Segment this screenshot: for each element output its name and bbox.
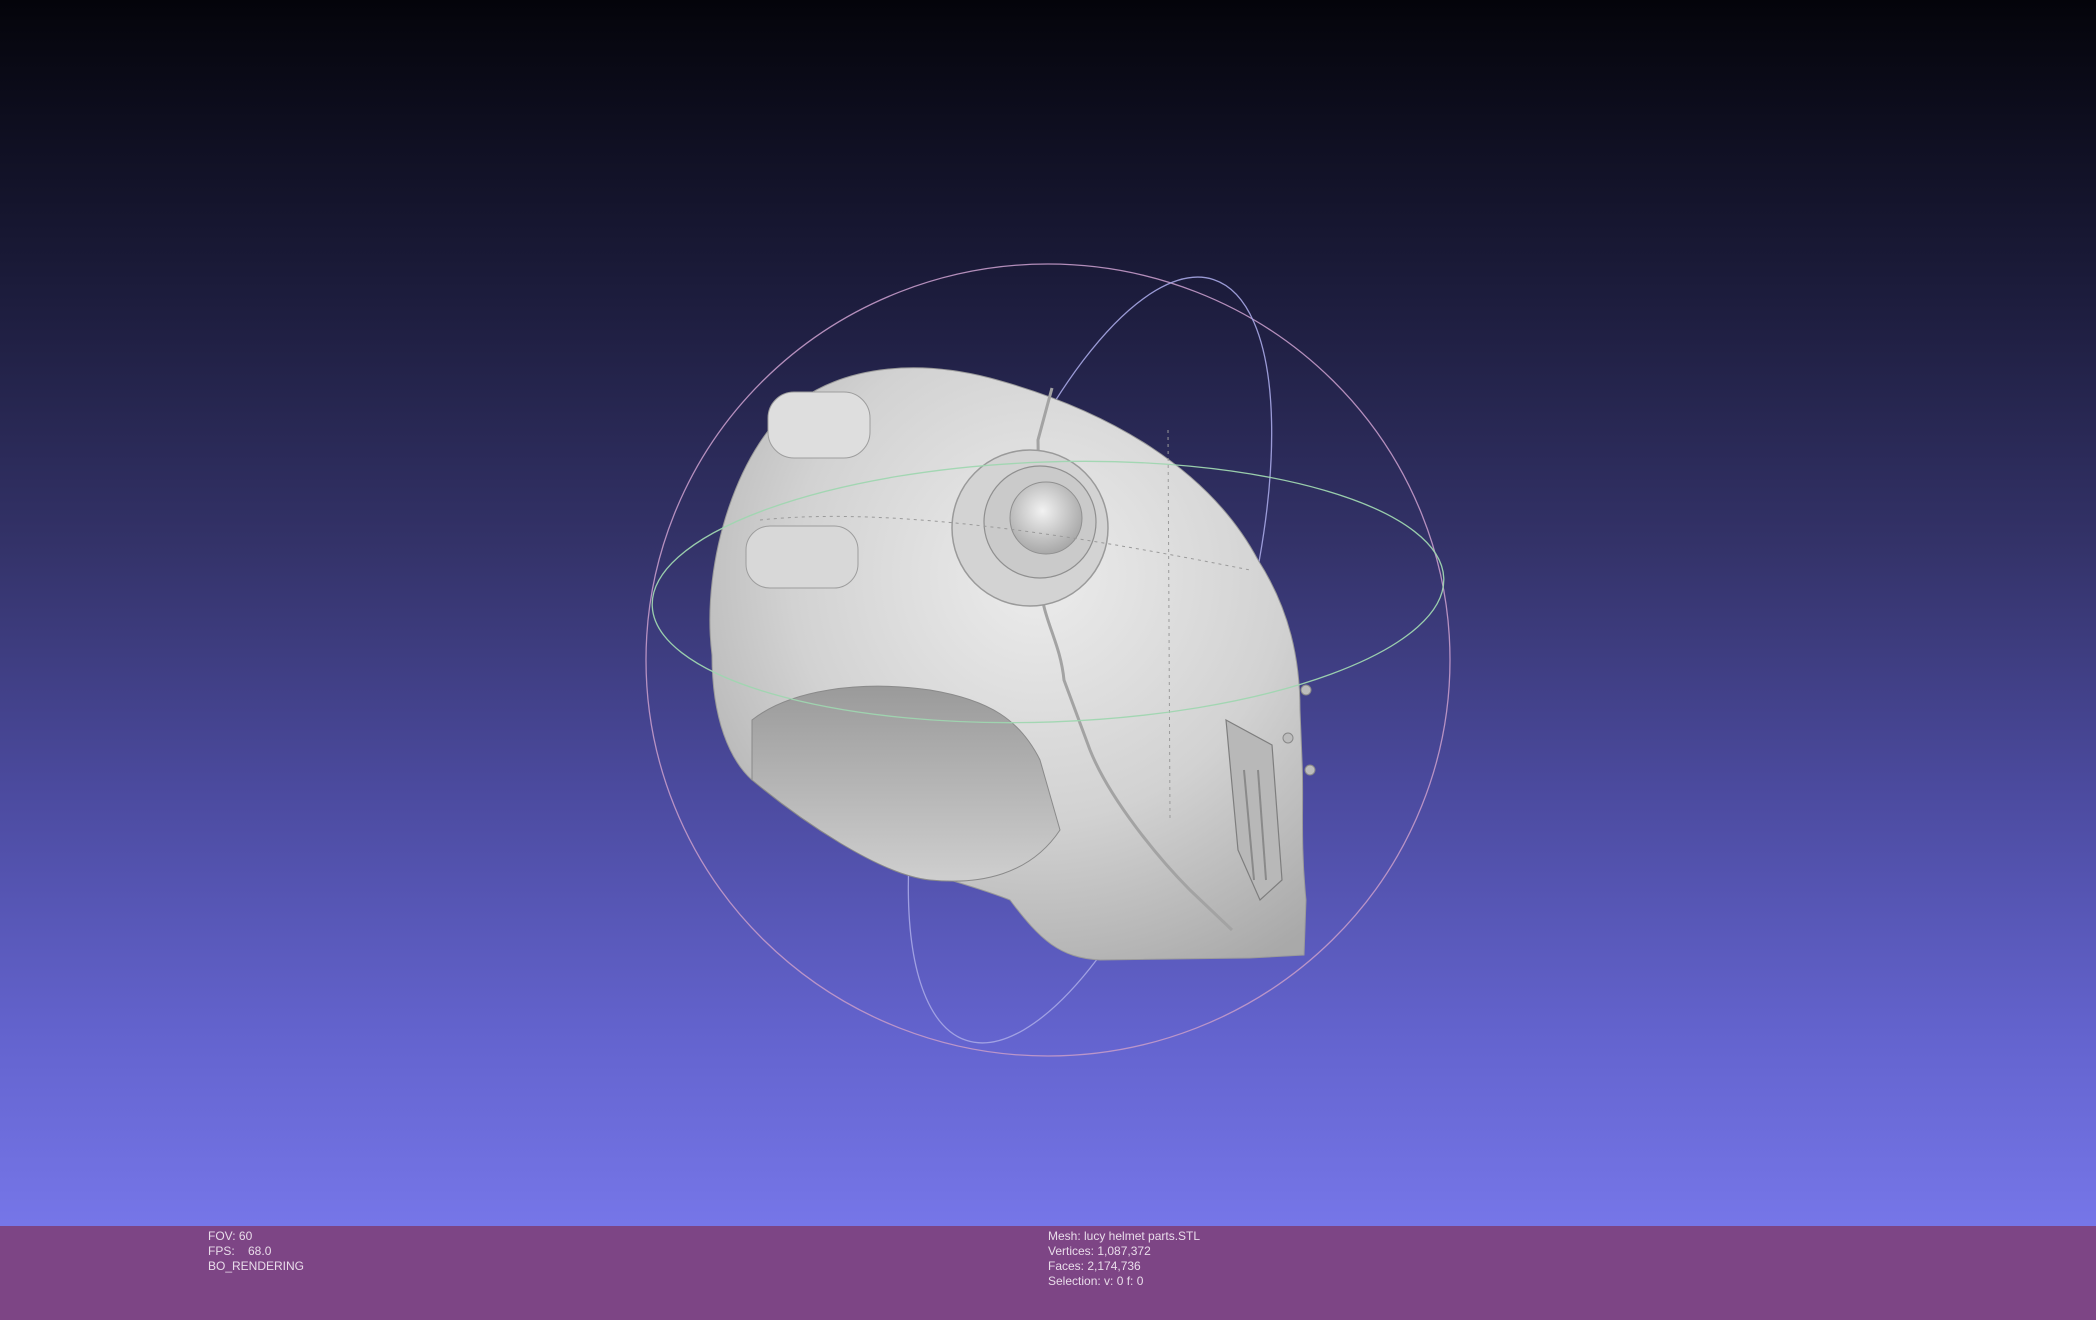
faces-label: Faces: 2,174,736 [1048, 1259, 1141, 1273]
selection-label: Selection: v: 0 f: 0 [1048, 1274, 1144, 1288]
mesh-info: Mesh: lucy helmet parts.STL Vertices: 1,… [1048, 1229, 1200, 1289]
screw-hole [1300, 684, 1312, 696]
mesh-name-label: Mesh: lucy helmet parts.STL [1048, 1229, 1201, 1243]
screw-hole [1282, 732, 1294, 744]
render-mode-label: BO_RENDERING [208, 1259, 305, 1273]
3d-viewport[interactable] [0, 0, 2096, 1226]
vertices-label: Vertices: 1,087,372 [1048, 1244, 1151, 1258]
fov-label: FOV: 60 [208, 1229, 253, 1243]
ear-knob [1009, 481, 1083, 555]
helmet-top-vent [767, 391, 871, 459]
helmet-mesh[interactable] [709, 367, 1316, 961]
render-info: FOV: 60 FPS: 68.0 BO_RENDERING [208, 1229, 304, 1274]
helmet-lower-vent [745, 525, 859, 589]
scene-canvas[interactable] [0, 0, 2096, 1226]
fps-label: FPS: 68.0 [208, 1244, 272, 1258]
screw-hole [1304, 764, 1316, 776]
info-bar: FOV: 60 FPS: 68.0 BO_RENDERING Mesh: luc… [0, 1226, 2096, 1320]
